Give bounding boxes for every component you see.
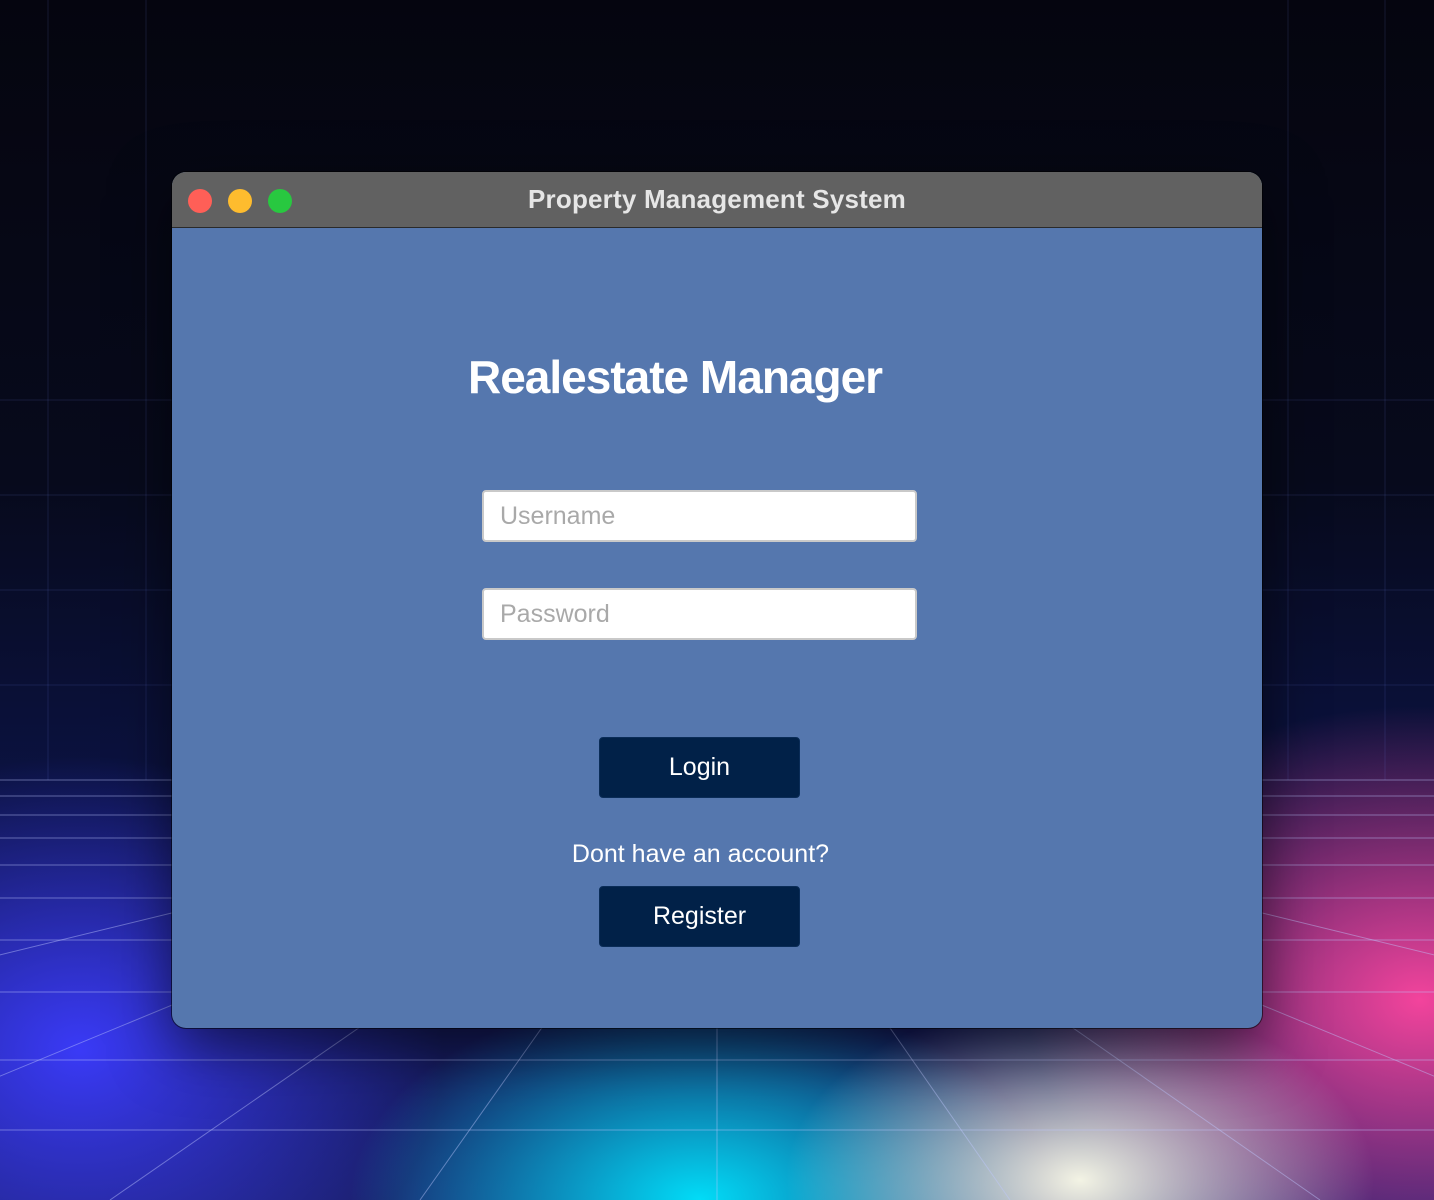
desktop-background: Property Management System Realestate Ma… — [0, 0, 1434, 1200]
window-title: Property Management System — [528, 184, 906, 214]
password-input[interactable] — [482, 588, 917, 640]
register-button[interactable]: Register — [599, 886, 800, 947]
app-heading: Realestate Manager — [468, 351, 883, 403]
login-panel: Realestate Manager Login Dont have an ac… — [172, 228, 1262, 1028]
window-titlebar[interactable]: Property Management System — [172, 172, 1262, 228]
app-window: Property Management System Realestate Ma… — [172, 172, 1262, 1028]
username-input[interactable] — [482, 490, 917, 542]
login-button[interactable]: Login — [599, 737, 800, 798]
register-prompt: Dont have an account? — [571, 840, 830, 868]
